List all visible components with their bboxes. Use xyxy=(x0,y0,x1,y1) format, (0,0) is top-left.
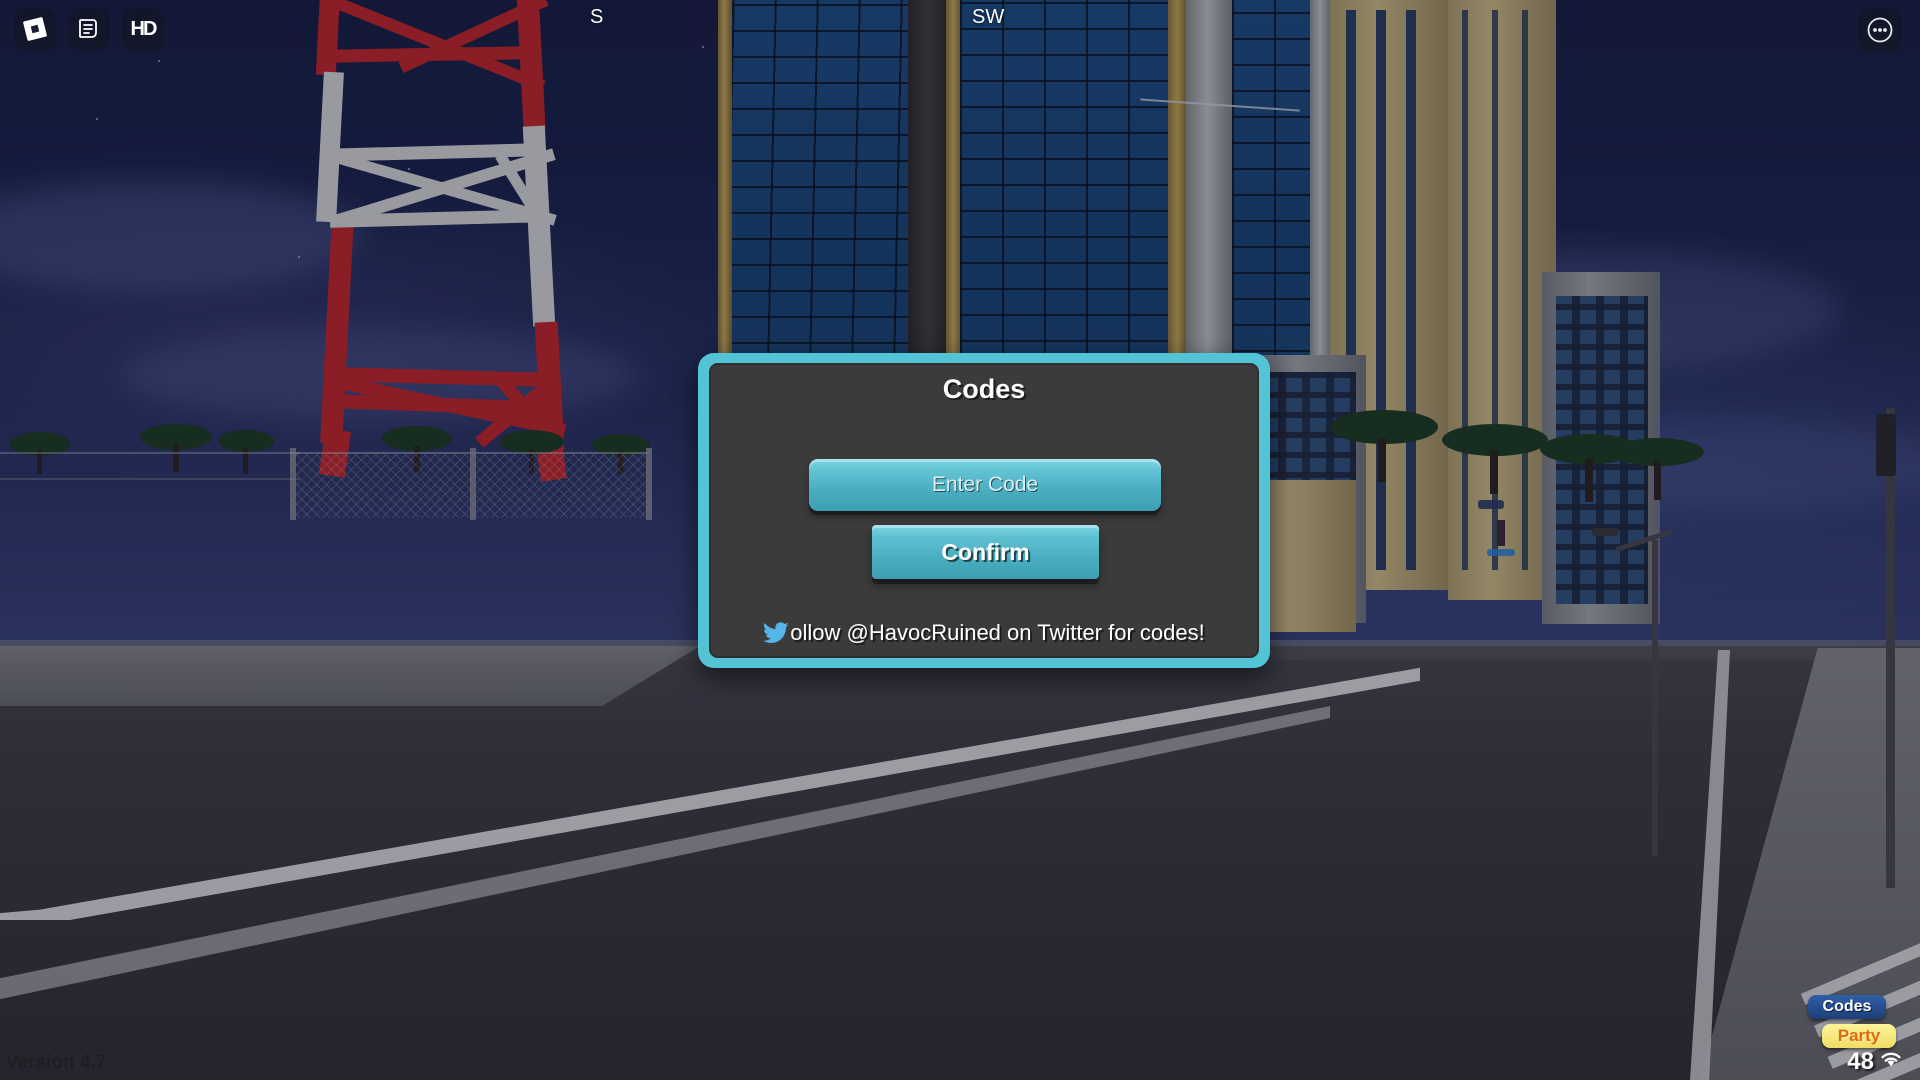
game-screen: HD S SW Codes Confirm xyxy=(0,0,1920,1080)
wifi-icon xyxy=(1878,1048,1904,1076)
code-input[interactable] xyxy=(809,459,1161,511)
version-label: Version 4.7 xyxy=(6,1052,107,1073)
ping-indicator: 48 xyxy=(1847,1048,1904,1076)
compass-label-sw: SW xyxy=(972,6,1005,28)
more-options-icon[interactable] xyxy=(1858,8,1902,52)
roblox-topbar: HD xyxy=(0,0,1920,58)
bottom-hud: Level 1 0/32 $ 0 HP 100/100 STM 100/100 … xyxy=(0,820,1920,1080)
codes-dialog: Codes Confirm ollow @HavocRuined on Twit… xyxy=(698,353,1270,668)
hd-quality-icon[interactable]: HD xyxy=(122,8,164,50)
confirm-button[interactable]: Confirm xyxy=(872,525,1099,579)
remote-player xyxy=(1497,520,1505,546)
twitter-promo-text: ollow @HavocRuined on Twitter for codes! xyxy=(709,620,1259,646)
codes-dialog-panel: Codes Confirm ollow @HavocRuined on Twit… xyxy=(709,363,1259,658)
codes-dialog-title: Codes xyxy=(942,374,1026,404)
party-side-button[interactable]: Party xyxy=(1822,1024,1896,1048)
compass-label-s: S xyxy=(590,6,604,28)
codes-side-button[interactable]: Codes xyxy=(1808,995,1886,1019)
twitter-promo-label: ollow @HavocRuined on Twitter for codes! xyxy=(790,620,1205,645)
roblox-logo-icon[interactable] xyxy=(14,8,56,50)
remote-player-nameplate xyxy=(1487,549,1515,556)
chat-icon[interactable] xyxy=(68,8,110,50)
ping-value: 48 xyxy=(1847,1048,1874,1075)
twitter-bird-icon xyxy=(763,622,789,644)
hd-label: HD xyxy=(130,17,158,40)
